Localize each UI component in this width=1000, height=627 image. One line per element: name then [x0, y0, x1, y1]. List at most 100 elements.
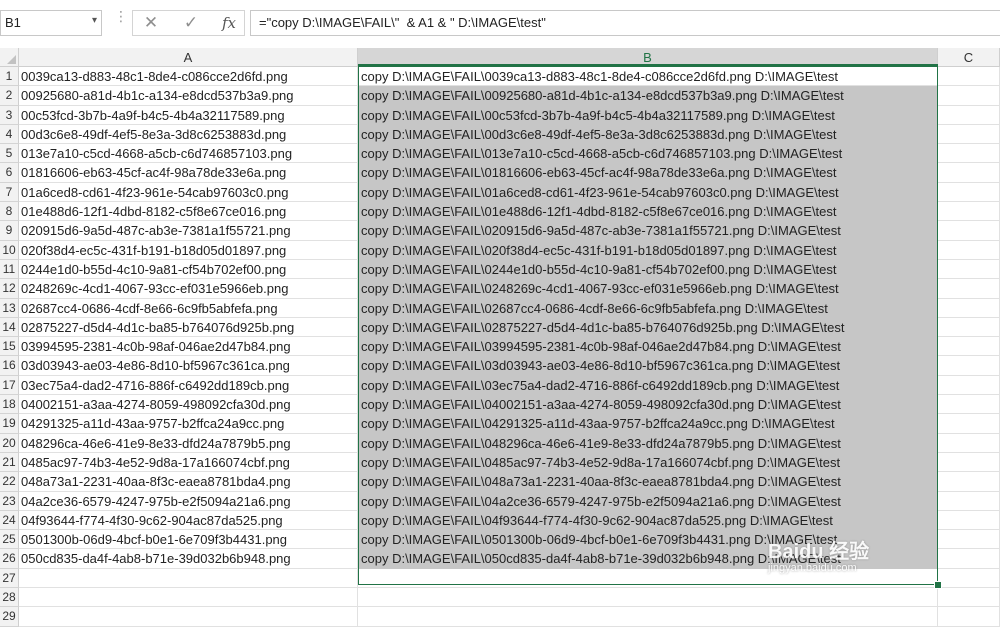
- row-header[interactable]: 19: [0, 414, 19, 434]
- cell-c[interactable]: [938, 279, 1000, 299]
- row-header[interactable]: 13: [0, 298, 19, 318]
- cell-b[interactable]: copy D:\IMAGE\FAIL\04002151-a3aa-4274-80…: [358, 395, 938, 415]
- cell-b[interactable]: copy D:\IMAGE\FAIL\02875227-d5d4-4d1c-ba…: [358, 317, 938, 338]
- row-header[interactable]: 9: [0, 221, 19, 241]
- row-header[interactable]: 8: [0, 202, 19, 222]
- cell-b[interactable]: copy D:\IMAGE\FAIL\048a73a1-2231-40aa-8f…: [358, 472, 938, 492]
- row-header[interactable]: 29: [0, 607, 19, 627]
- row-header[interactable]: 11: [0, 259, 19, 280]
- cell-b[interactable]: copy D:\IMAGE\FAIL\00925680-a81d-4b1c-a1…: [358, 86, 938, 106]
- row-header[interactable]: 5: [0, 144, 19, 164]
- cell-a[interactable]: 04f93644-f774-4f30-9c62-904ac87da525.png: [19, 510, 358, 531]
- cell-b[interactable]: copy D:\IMAGE\FAIL\01816606-eb63-45cf-ac…: [358, 163, 938, 183]
- cell-a[interactable]: 01e488d6-12f1-4dbd-8182-c5f8e67ce016.png: [19, 202, 358, 222]
- cell-a[interactable]: [19, 568, 358, 589]
- cell-b[interactable]: copy D:\IMAGE\FAIL\020f38d4-ec5c-431f-b1…: [358, 240, 938, 260]
- cell-c[interactable]: [938, 568, 1000, 589]
- cell-a[interactable]: 04a2ce36-6579-4247-975b-e2f5094a21a6.png: [19, 491, 358, 511]
- name-box[interactable]: B1 ▾: [0, 10, 102, 36]
- cell-c[interactable]: [938, 356, 1000, 376]
- cell-a[interactable]: 0248269c-4cd1-4067-93cc-ef031e5966eb.png: [19, 279, 358, 299]
- cell-a[interactable]: 01816606-eb63-45cf-ac4f-98a78de33e6a.png: [19, 163, 358, 183]
- cell-c[interactable]: [938, 549, 1000, 569]
- row-header[interactable]: 16: [0, 356, 19, 376]
- cell-b[interactable]: [358, 588, 938, 608]
- cell-c[interactable]: [938, 414, 1000, 434]
- row-header[interactable]: 12: [0, 279, 19, 299]
- formula-input[interactable]: ="copy D:\IMAGE\FAIL\" & A1 & " D:\IMAGE…: [250, 10, 1000, 36]
- cell-c[interactable]: [938, 375, 1000, 396]
- cell-a[interactable]: 03994595-2381-4c0b-98af-046ae2d47b84.png: [19, 337, 358, 357]
- cell-a[interactable]: 02687cc4-0686-4cdf-8e66-6c9fb5abfefa.png: [19, 298, 358, 318]
- cell-b[interactable]: copy D:\IMAGE\FAIL\013e7a10-c5cd-4668-a5…: [358, 144, 938, 164]
- column-header-a[interactable]: A: [19, 48, 358, 67]
- cell-b[interactable]: [358, 607, 938, 627]
- cell-a[interactable]: 013e7a10-c5cd-4668-a5cb-c6d746857103.png: [19, 144, 358, 164]
- cell-a[interactable]: 0485ac97-74b3-4e52-9d8a-17a166074cbf.png: [19, 452, 358, 473]
- row-header[interactable]: 18: [0, 395, 19, 415]
- row-header[interactable]: 10: [0, 240, 19, 260]
- cell-b[interactable]: copy D:\IMAGE\FAIL\04291325-a11d-43aa-97…: [358, 414, 938, 434]
- cell-b[interactable]: copy D:\IMAGE\FAIL\0039ca13-d883-48c1-8d…: [358, 67, 938, 87]
- cell-a[interactable]: 020f38d4-ec5c-431f-b191-b18d05d01897.png: [19, 240, 358, 260]
- cell-c[interactable]: [938, 259, 1000, 280]
- cell-a[interactable]: 02875227-d5d4-4d1c-ba85-b764076d925b.png: [19, 317, 358, 338]
- row-header[interactable]: 25: [0, 530, 19, 550]
- cell-c[interactable]: [938, 472, 1000, 492]
- row-header[interactable]: 24: [0, 510, 19, 531]
- cell-c[interactable]: [938, 510, 1000, 531]
- row-header[interactable]: 21: [0, 452, 19, 473]
- cell-c[interactable]: [938, 491, 1000, 511]
- cell-a[interactable]: 00d3c6e8-49df-4ef5-8e3a-3d8c6253883d.png: [19, 124, 358, 145]
- cell-c[interactable]: [938, 395, 1000, 415]
- cell-a[interactable]: 0039ca13-d883-48c1-8de4-c086cce2d6fd.png: [19, 67, 358, 87]
- cell-a[interactable]: 0501300b-06d9-4bcf-b0e1-6e709f3b4431.png: [19, 530, 358, 550]
- cell-a[interactable]: 04291325-a11d-43aa-9757-b2ffca24a9cc.png: [19, 414, 358, 434]
- select-all-button[interactable]: [0, 48, 19, 67]
- cell-a[interactable]: 050cd835-da4f-4ab8-b71e-39d032b6b948.png: [19, 549, 358, 569]
- row-header[interactable]: 28: [0, 588, 19, 608]
- cell-a[interactable]: [19, 607, 358, 627]
- cell-a[interactable]: 03ec75a4-dad2-4716-886f-c6492dd189cb.png: [19, 375, 358, 396]
- row-header[interactable]: 14: [0, 317, 19, 338]
- row-header[interactable]: 27: [0, 568, 19, 589]
- cell-c[interactable]: [938, 337, 1000, 357]
- cell-a[interactable]: 00c53fcd-3b7b-4a9f-b4c5-4b4a32117589.png: [19, 105, 358, 125]
- cancel-icon[interactable]: ✕: [136, 10, 166, 36]
- row-header[interactable]: 20: [0, 433, 19, 453]
- cell-a[interactable]: 04002151-a3aa-4274-8059-498092cfa30d.png: [19, 395, 358, 415]
- chevron-down-icon[interactable]: ▾: [92, 15, 97, 26]
- cell-c[interactable]: [938, 240, 1000, 260]
- cell-c[interactable]: [938, 182, 1000, 203]
- cell-b[interactable]: copy D:\IMAGE\FAIL\04f93644-f774-4f30-9c…: [358, 510, 938, 531]
- cell-b[interactable]: copy D:\IMAGE\FAIL\01a6ced8-cd61-4f23-96…: [358, 182, 938, 203]
- row-header[interactable]: 3: [0, 105, 19, 125]
- row-header[interactable]: 1: [0, 67, 19, 87]
- cell-c[interactable]: [938, 607, 1000, 627]
- row-header[interactable]: 17: [0, 375, 19, 396]
- cell-a[interactable]: 048296ca-46e6-41e9-8e33-dfd24a7879b5.png: [19, 433, 358, 453]
- row-header[interactable]: 26: [0, 549, 19, 569]
- column-header-c[interactable]: C: [938, 48, 1000, 67]
- cell-c[interactable]: [938, 317, 1000, 338]
- row-header[interactable]: 4: [0, 124, 19, 145]
- row-header[interactable]: 23: [0, 491, 19, 511]
- cell-a[interactable]: 03d03943-ae03-4e86-8d10-bf5967c361ca.png: [19, 356, 358, 376]
- cell-b[interactable]: copy D:\IMAGE\FAIL\03994595-2381-4c0b-98…: [358, 337, 938, 357]
- cell-b[interactable]: copy D:\IMAGE\FAIL\00d3c6e8-49df-4ef5-8e…: [358, 124, 938, 145]
- column-header-b[interactable]: B: [358, 48, 938, 67]
- cell-c[interactable]: [938, 530, 1000, 550]
- cell-b[interactable]: copy D:\IMAGE\FAIL\048296ca-46e6-41e9-8e…: [358, 433, 938, 453]
- cell-c[interactable]: [938, 588, 1000, 608]
- cell-c[interactable]: [938, 202, 1000, 222]
- row-header[interactable]: 6: [0, 163, 19, 183]
- row-header[interactable]: 15: [0, 337, 19, 357]
- cell-a[interactable]: [19, 588, 358, 608]
- cell-b[interactable]: copy D:\IMAGE\FAIL\04a2ce36-6579-4247-97…: [358, 491, 938, 511]
- cell-a[interactable]: 048a73a1-2231-40aa-8f3c-eaea8781bda4.png: [19, 472, 358, 492]
- cell-c[interactable]: [938, 298, 1000, 318]
- row-header[interactable]: 2: [0, 86, 19, 106]
- cell-b[interactable]: copy D:\IMAGE\FAIL\00c53fcd-3b7b-4a9f-b4…: [358, 105, 938, 125]
- cell-c[interactable]: [938, 67, 1000, 87]
- cell-b[interactable]: copy D:\IMAGE\FAIL\0244e1d0-b55d-4c10-9a…: [358, 259, 938, 280]
